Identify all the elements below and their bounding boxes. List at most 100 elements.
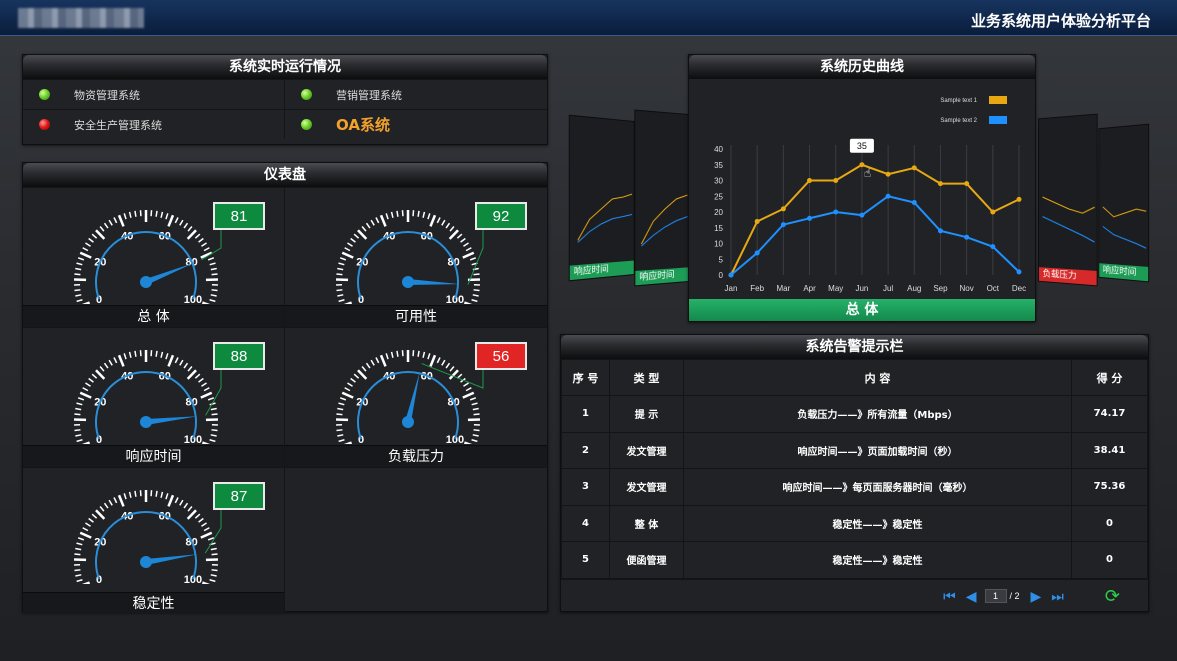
data-point[interactable] [990,244,996,250]
gauge-tick [390,351,394,358]
series-line [730,163,1020,276]
data-point[interactable] [911,200,917,206]
gauge-tick [436,217,441,224]
gauge-tick [473,413,480,416]
gauge-tick [210,407,217,411]
alarm-content: 稳定性——》稳定性 [683,541,1072,579]
alarm-score: 75.36 [1071,468,1148,506]
gauge-tick [465,387,472,392]
gauge-cell[interactable]: 0 20 40 60 80 100 56 负载压力 [285,327,547,467]
gauge-tick [75,547,82,551]
gauge-cell-empty [285,467,547,614]
alarm-score: 0 [1071,541,1148,579]
data-point[interactable] [911,165,917,171]
data-point[interactable] [833,178,839,183]
data-point[interactable] [964,234,970,240]
gauge-tick [76,439,83,443]
gauge-cell[interactable]: 0 20 40 60 80 100 88 响应时间 [23,327,285,467]
gauge-tick [103,502,109,509]
data-point[interactable] [964,181,970,187]
alarm-content: 负载压力——》所有流量（Mbps） [683,395,1072,433]
gauge-tick [211,429,218,432]
gauge-tick [337,294,344,297]
table-row[interactable]: 2 发文管理 响应时间——》页面加载时间（秒） 38.41 [561,431,1148,469]
gauge-tick [471,402,478,406]
data-point[interactable] [859,212,865,218]
data-point[interactable] [885,193,891,199]
status-item[interactable]: 物资管理系统 [23,79,285,109]
first-page-icon[interactable]: ⏮ [943,588,956,605]
gauge-cell[interactable]: 0 20 40 60 80 100 87 稳定性 [23,467,285,614]
gauge-tick [471,299,478,303]
data-point[interactable] [780,222,786,228]
history-footer[interactable]: 总 体 [689,299,1035,321]
side-card[interactable]: 响应时间 [1098,123,1150,283]
gauge-cell[interactable]: 0 20 40 60 80 100 92 可用性 [285,187,547,327]
gauge-tick [370,219,375,226]
gauge-needle [145,554,198,565]
gauge-tick [160,351,164,358]
gauge-tick [165,213,169,220]
gauge-needle [407,279,460,285]
prev-page-icon[interactable]: ◀ [966,588,977,605]
data-point[interactable] [937,228,943,234]
gauge-tick [88,377,94,383]
x-tick-label: Dec [1012,284,1026,293]
history-carousel: 响应时间 响应时间 负载压力 响应时间 系统历史曲线 Jan Feb Mar Apr M… [560,54,1150,324]
side-card[interactable]: 响应时间 [634,109,693,287]
gauge-tick [123,493,127,500]
gauge-tick [375,357,380,364]
gauge-tick [209,579,216,583]
alarm-score: 0 [1071,504,1148,542]
status-item[interactable]: 营销管理系统 [285,79,547,109]
data-point[interactable] [990,209,996,215]
gauge-tick [117,354,125,367]
data-point[interactable] [728,272,734,278]
gauge-tick [108,219,113,226]
status-item[interactable]: OA系统 [285,109,547,139]
gauge-label: 响应时间 [23,445,284,467]
status-item[interactable]: 安全生产管理系统 [23,109,285,139]
col-index: 序 号 [561,359,610,396]
gauge-tick [74,413,81,416]
side-card[interactable]: 响应时间 [568,114,635,282]
gauge-tick [75,407,82,411]
side-card[interactable]: 负载压力 [1038,113,1098,287]
next-page-icon[interactable]: ▶ [1031,588,1042,605]
table-row[interactable]: 3 发文管理 响应时间——》每页面服务器时间（毫秒） 75.36 [561,468,1148,506]
table-row[interactable]: 4整 体稳定性——》稳定性 0 [561,504,1148,542]
data-point[interactable] [937,181,943,187]
gauge-tick [337,434,344,437]
data-point[interactable] [1016,269,1022,275]
gauge-tick [207,537,215,541]
gauge-connector [467,228,484,285]
page-input[interactable] [984,589,1007,603]
data-point[interactable] [1016,196,1022,202]
alarm-panel: 系统告警提示栏 序 号 类 型 内 容 得 分 1提 示负载压力——》所有流量（… [560,334,1149,612]
table-row[interactable]: 5 便函管理 稳定性——》稳定性 0 [561,541,1148,579]
gauge-tick [211,569,218,572]
data-point[interactable] [754,218,760,224]
gauge-tick [201,441,211,444]
gauge-tick [211,413,218,416]
side-card-tag: 负载压力 [1038,267,1097,286]
gauge-tick [209,262,216,266]
data-point[interactable] [754,250,760,256]
data-point[interactable] [780,206,786,212]
gauge-tick [469,257,477,261]
data-point[interactable] [807,215,813,221]
table-row[interactable]: 1提 示负载压力——》所有流量（Mbps） 74.17 [561,395,1148,433]
data-point[interactable] [807,178,813,183]
side-card-tag: 响应时间 [635,267,692,286]
page-total: / 2 [1009,591,1020,601]
last-page-icon[interactable]: ⏭ [1051,588,1064,605]
data-point[interactable] [885,171,891,177]
gauge-label: 负载压力 [285,445,547,467]
gauge-tick [76,542,83,546]
data-point[interactable] [833,209,839,215]
gauge-cell[interactable]: 0 20 40 60 80 100 81 总 体 [23,187,285,327]
history-chart[interactable]: Jan Feb Mar Apr May Jun Jul Aug Sep Nov Oct Dec 0 5 10… [689,79,1035,299]
gauge-tick [445,222,451,229]
refresh-icon[interactable]: ⟳ [1105,586,1120,607]
gauge-tick [200,531,213,539]
